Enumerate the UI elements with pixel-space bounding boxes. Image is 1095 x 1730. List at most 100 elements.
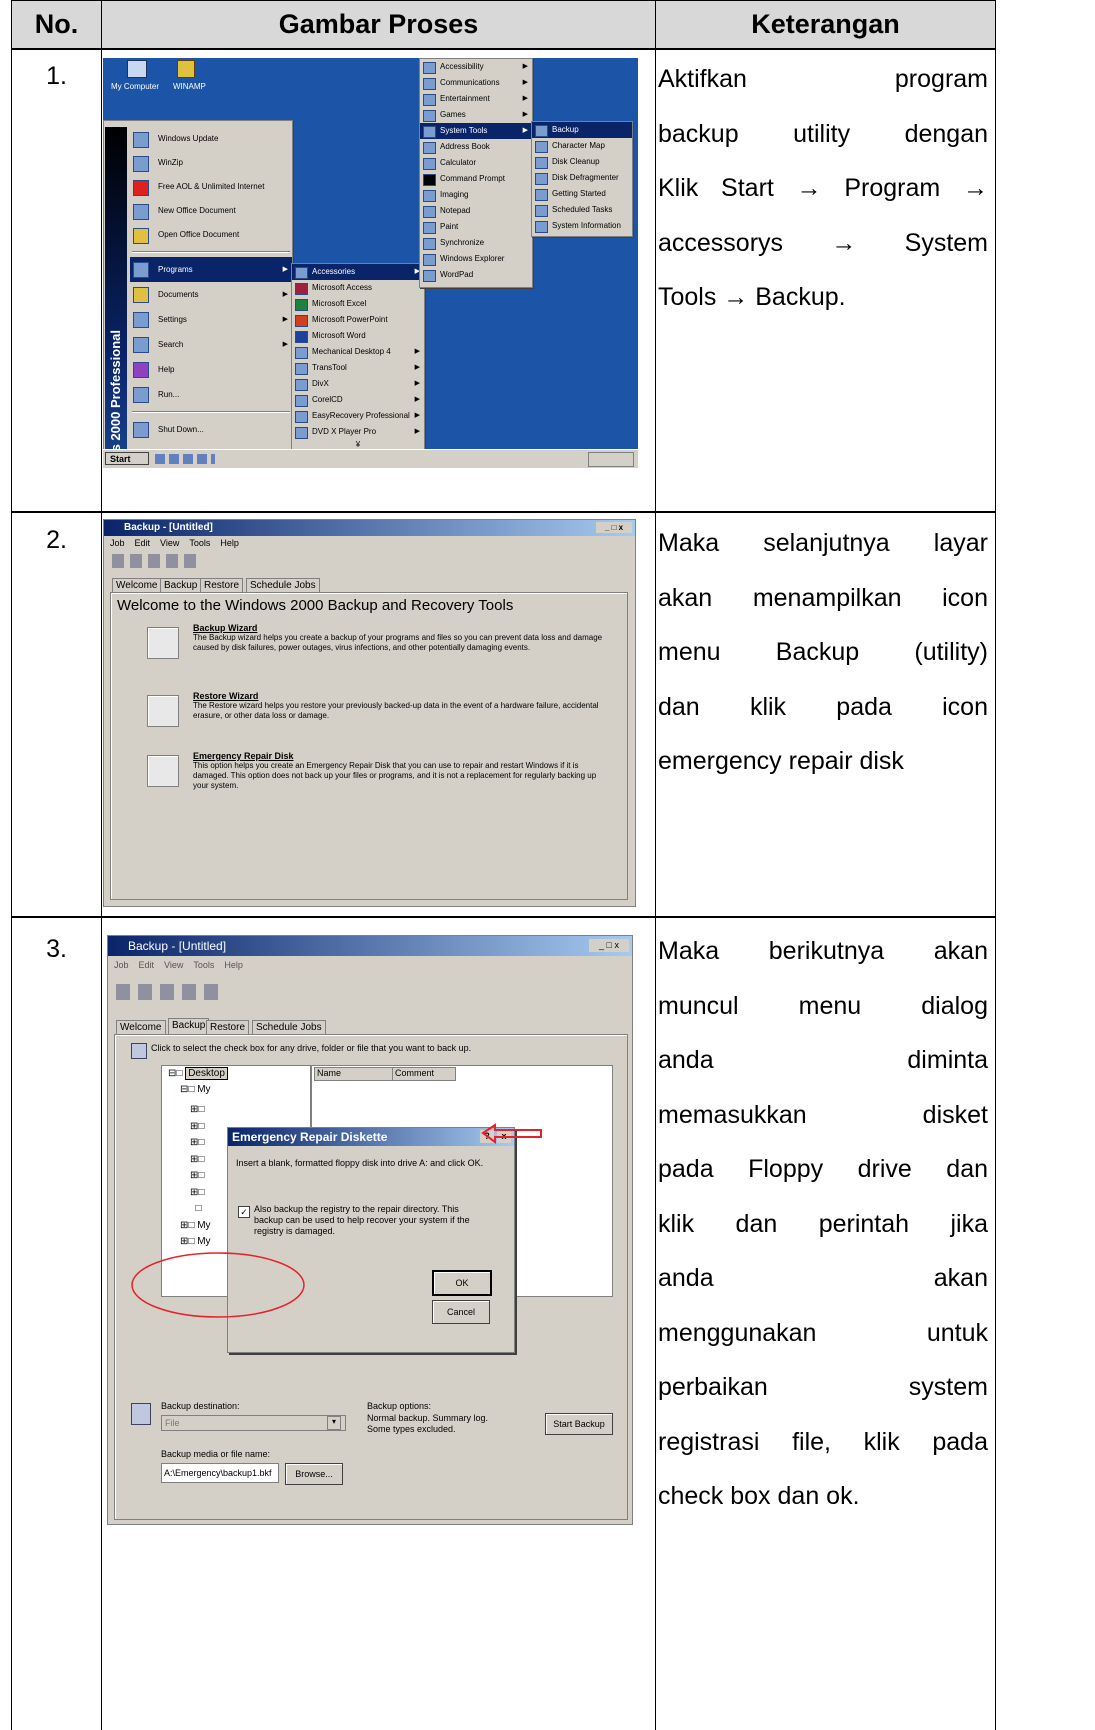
programs-item[interactable]: Mechanical Desktop 4 ▶ xyxy=(292,344,424,360)
toolbar-icons[interactable] xyxy=(112,554,202,568)
accessories-item[interactable]: Games ▶ xyxy=(420,107,532,123)
start-item[interactable]: Free AOL & Unlimited Internet xyxy=(130,175,292,199)
programs-item[interactable]: EasyRecovery Professional ▶ xyxy=(292,408,424,424)
submenu-arrow-icon: ▶ xyxy=(282,341,288,348)
programs-item[interactable]: DivX ▶ xyxy=(292,376,424,392)
windows-update-icon xyxy=(133,132,149,148)
tab-restore[interactable]: Restore xyxy=(200,578,244,593)
tab-welcome[interactable]: Welcome xyxy=(112,578,162,593)
command-prompt-icon xyxy=(423,174,436,186)
start-menu: Windows 2000 Professional Windows Update… xyxy=(103,120,293,468)
item-label: Accessibility xyxy=(440,62,484,71)
row-divider-1 xyxy=(12,511,995,513)
item-label: Documents xyxy=(158,290,199,299)
accessories-item[interactable]: Accessibility ▶ xyxy=(420,59,532,75)
menu-item[interactable]: Help xyxy=(220,538,239,548)
excel-icon xyxy=(295,299,308,311)
menu-item[interactable]: Tools xyxy=(189,538,210,548)
item-label: Communications xyxy=(440,78,500,87)
start-item[interactable]: Windows Update xyxy=(130,127,292,151)
emergency-repair-icon[interactable] xyxy=(147,755,179,787)
programs-item[interactable]: Microsoft PowerPoint xyxy=(292,312,424,328)
wizard-text: The Restore wizard helps you restore you… xyxy=(193,701,599,720)
system-tools-item[interactable]: Getting Started xyxy=(532,186,632,202)
menu-item[interactable]: Edit xyxy=(135,538,151,548)
start-item-documents[interactable]: Documents ▶ xyxy=(130,282,292,307)
welcome-panel: Welcome to the Windows 2000 Backup and R… xyxy=(110,592,628,900)
accessories-item[interactable]: Communications ▶ xyxy=(420,75,532,91)
aol-icon xyxy=(133,180,149,196)
start-item-help[interactable]: Help xyxy=(130,357,292,382)
system-tools-item-backup[interactable]: Backup xyxy=(532,122,632,138)
item-label: Open Office Document xyxy=(158,230,240,239)
system-tools-item[interactable]: Character Map xyxy=(532,138,632,154)
tab-schedule-jobs[interactable]: Schedule Jobs xyxy=(246,578,320,593)
item-label: Shut Down... xyxy=(158,425,204,434)
programs-item[interactable]: Microsoft Word xyxy=(292,328,424,344)
accessories-item[interactable]: Command Prompt xyxy=(420,171,532,187)
start-item[interactable]: New Office Document xyxy=(130,199,292,223)
wizard-title: Emergency Repair Disk xyxy=(193,751,294,761)
quick-launch-icons[interactable] xyxy=(155,454,215,464)
folder-icon xyxy=(423,126,436,138)
start-item-programs[interactable]: Programs ▶ xyxy=(130,257,292,282)
start-item-run[interactable]: Run... xyxy=(130,382,292,407)
accessories-item[interactable]: Imaging xyxy=(420,187,532,203)
item-label: TransTool xyxy=(312,363,347,372)
help-icon xyxy=(133,362,149,378)
header-divider xyxy=(12,48,995,50)
desc-line: Maka selanjutnya layar xyxy=(658,529,988,557)
winzip-icon xyxy=(133,156,149,172)
explorer-icon xyxy=(423,254,436,266)
programs-item[interactable]: TransTool ▶ xyxy=(292,360,424,376)
accessories-item[interactable]: Address Book xyxy=(420,139,532,155)
start-item-search[interactable]: Search ▶ xyxy=(130,332,292,357)
start-item[interactable]: Open Office Document xyxy=(130,223,292,247)
system-tools-item[interactable]: Scheduled Tasks xyxy=(532,202,632,218)
accessories-item[interactable]: WordPad xyxy=(420,267,532,283)
menu-item[interactable]: Job xyxy=(110,538,125,548)
start-item-settings[interactable]: Settings ▶ xyxy=(130,307,292,332)
item-label: Disk Cleanup xyxy=(552,157,600,166)
system-tools-item[interactable]: System Information xyxy=(532,218,632,234)
item-label: System Tools xyxy=(440,126,488,135)
accessories-item[interactable]: Paint xyxy=(420,219,532,235)
start-item[interactable]: WinZip xyxy=(130,151,292,175)
accessories-item[interactable]: Notepad xyxy=(420,203,532,219)
programs-item[interactable]: CorelCD ▶ xyxy=(292,392,424,408)
system-tools-item[interactable]: Disk Cleanup xyxy=(532,154,632,170)
desktop-icon-label: WINAMP xyxy=(173,82,206,91)
accessories-item[interactable]: Windows Explorer xyxy=(420,251,532,267)
folder-icon xyxy=(295,379,308,391)
accessories-item[interactable]: Calculator xyxy=(420,155,532,171)
programs-item[interactable]: DVD X Player Pro ▶ xyxy=(292,424,424,440)
accessories-item[interactable]: Synchronize xyxy=(420,235,532,251)
tab-backup[interactable]: Backup xyxy=(160,578,202,593)
item-label: Windows Update xyxy=(158,134,219,143)
accessories-item-system-tools[interactable]: System Tools ▶ xyxy=(420,123,532,139)
folder-icon xyxy=(295,363,308,375)
accessories-item[interactable]: Entertainment ▶ xyxy=(420,91,532,107)
row-3-description: Maka berikutnya akan muncul menu dialog … xyxy=(658,924,988,1524)
system-tools-item[interactable]: Disk Defragmenter xyxy=(532,170,632,186)
menu-item[interactable]: View xyxy=(160,538,179,548)
backup-wizard-icon[interactable] xyxy=(147,627,179,659)
restore-wizard-icon[interactable] xyxy=(147,695,179,727)
programs-item[interactable]: Microsoft Access xyxy=(292,280,424,296)
address-book-icon xyxy=(423,142,436,154)
start-button[interactable]: Start xyxy=(105,452,149,465)
window-controls[interactable]: _ □ x xyxy=(596,522,632,533)
item-label: Search xyxy=(158,340,184,349)
desc-line: registrasi file, klik pada xyxy=(658,1427,988,1456)
folder-icon xyxy=(295,267,308,279)
backup-wizard-block: Backup Wizard The Backup wizard helps yo… xyxy=(193,623,603,653)
submenu-arrow-icon: ▶ xyxy=(522,79,528,86)
search-icon xyxy=(133,337,149,353)
wordpad-icon xyxy=(423,270,436,282)
folder-icon xyxy=(423,62,436,74)
paint-icon xyxy=(423,222,436,234)
programs-item[interactable]: Microsoft Excel xyxy=(292,296,424,312)
word-icon xyxy=(295,331,308,343)
start-item-shutdown[interactable]: Shut Down... xyxy=(130,417,292,442)
programs-item[interactable]: Accessories ▶ xyxy=(292,264,424,280)
